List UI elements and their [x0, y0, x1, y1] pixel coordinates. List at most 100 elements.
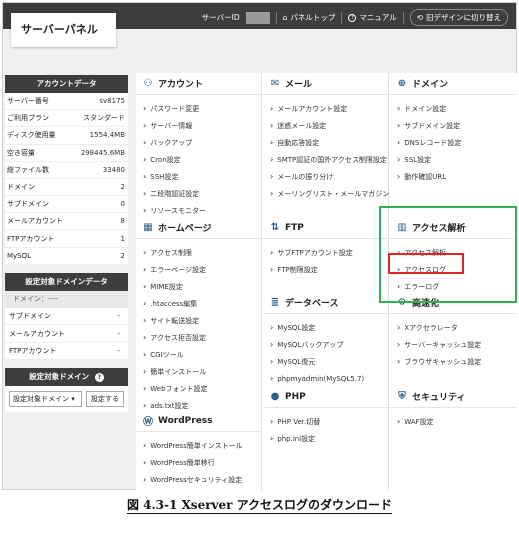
figure-caption: 図 4.3-1 Xserver アクセスログのダウンロード: [0, 496, 519, 514]
manual-link[interactable]: ? マニュアル: [348, 12, 397, 23]
section-header-security: ⛨ セキュリティ: [390, 386, 517, 408]
logo[interactable]: サーバーパネル: [11, 13, 116, 47]
row-value: 298445.6MB: [80, 148, 125, 157]
mail-icon: ✉: [270, 78, 280, 89]
section-title: メール: [285, 80, 313, 90]
section-items: WAF設定: [390, 408, 517, 430]
domain-select[interactable]: 設定対象ドメイン ▾: [9, 391, 82, 408]
menu-link-account-4[interactable]: SSH設定: [136, 168, 261, 185]
menu-link-domain-1[interactable]: サブドメイン設定: [390, 117, 517, 134]
row-label: ディスク使用量: [7, 131, 56, 140]
row-label: サブドメイン: [9, 312, 51, 321]
section-title: ドメイン: [412, 80, 449, 90]
menu-link-wordpress-2[interactable]: WordPressセキュリティ設定: [136, 471, 261, 488]
menu-link-homepage-8[interactable]: Webフォント設定: [136, 380, 261, 397]
section-items: ドメイン設定サブドメイン設定DNSレコード設定SSL設定動作確認URL: [390, 95, 517, 185]
caption-text: 図 4.3-1 Xserver アクセスログのダウンロード: [126, 498, 393, 514]
section-items: MySQL設定MySQLバックアップMySQL復元phpmyadmin(MySQ…: [263, 314, 388, 387]
row-value: スタンダード: [83, 114, 125, 123]
row-value: sv8175: [99, 97, 125, 106]
account-data-list: サーバー番号 sv8175 ご利用プラン スタンダードディスク使用量 1554.4MB 空…: [5, 93, 128, 265]
menu-link-ftp-0[interactable]: サブFTPアカウント設定: [263, 244, 388, 261]
section-header-domain: ⊕ ドメイン: [390, 73, 517, 95]
menu-link-homepage-6[interactable]: CGIツール: [136, 346, 261, 363]
menu-link-domain-0[interactable]: ドメイン設定: [390, 100, 517, 117]
data-row: ドメイン 2: [5, 178, 128, 197]
panel-top-link[interactable]: ⌂ パネルトップ: [283, 12, 336, 23]
menu-link-homepage-1[interactable]: エラーページ設定: [136, 261, 261, 278]
section-title: アカウント: [158, 80, 204, 90]
wordpress-icon: Ⓦ: [143, 417, 153, 428]
menu-link-account-2[interactable]: バックアップ: [136, 134, 261, 151]
chevron-down-icon: ▾: [71, 395, 75, 404]
data-row: 空き容量 298445.6MB: [5, 144, 128, 162]
menu-link-homepage-5[interactable]: アクセス拒否設定: [136, 329, 261, 346]
menu-link-database-1[interactable]: MySQLバックアップ: [263, 336, 388, 353]
row-value: 1554.4MB: [89, 131, 125, 140]
data-row: サブドメイン 0: [5, 196, 128, 214]
menu-link-account-3[interactable]: Cron設定: [136, 151, 261, 168]
menu-link-account-5[interactable]: 二段階認証設定: [136, 185, 261, 202]
menu-link-mail-4[interactable]: メールの振り分け: [263, 168, 388, 185]
section-security: ⛨ セキュリティ WAF設定: [390, 386, 517, 430]
menu-link-mail-5[interactable]: メーリングリスト・メールマガジン: [263, 185, 389, 202]
menu-link-homepage-2[interactable]: MIME設定: [136, 278, 261, 295]
data-row: FTPアカウント -: [5, 342, 128, 361]
section-title: WordPress: [158, 415, 213, 426]
section-header-mail: ✉ メール: [263, 73, 388, 95]
menu-link-ftp-1[interactable]: FTP制限設定: [263, 261, 388, 278]
set-domain-button[interactable]: 設定する: [86, 391, 124, 408]
access-log-highlight-box: [388, 253, 464, 274]
old-design-button[interactable]: ⟲ 旧デザインに切り替え: [409, 9, 508, 26]
menu-link-domain-2[interactable]: DNSレコード設定: [390, 134, 517, 151]
menu-link-mail-0[interactable]: メールアカウント設定: [263, 100, 388, 117]
data-row: サブドメイン -: [5, 307, 128, 326]
row-value: -: [117, 312, 120, 321]
menu-link-domain-4[interactable]: 動作確認URL: [390, 168, 517, 185]
row-label: MySQL: [7, 251, 32, 260]
row-label: サーバー番号: [7, 97, 49, 106]
section-items: WordPress簡単インストールWordPress簡単移行WordPressセ…: [136, 432, 261, 488]
menu-link-account-1[interactable]: サーバー情報: [136, 117, 261, 134]
domain-line: ドメイン：----: [5, 290, 128, 308]
menu-link-database-0[interactable]: MySQL設定: [263, 319, 388, 336]
manual-label: マニュアル: [359, 13, 397, 22]
menu-link-speedup-1[interactable]: サーバーキャッシュ設定: [390, 336, 517, 353]
data-row: ご利用プラン スタンダード: [5, 110, 128, 128]
row-value: 1: [120, 234, 125, 243]
section-speedup: ⚙高速化Xアクセラレータサーバーキャッシュ設定ブラウザキャッシュ設定: [390, 292, 517, 370]
spacer: [5, 360, 128, 369]
menu-link-homepage-0[interactable]: アクセス制限: [136, 244, 261, 261]
section-account: ⚇ アカウントパスワード変更サーバー情報バックアップCron設定SSH設定二段階認…: [136, 73, 261, 219]
account-icon: ⚇: [143, 78, 153, 89]
menu-link-homepage-4[interactable]: サイト転送設定: [136, 312, 261, 329]
menu-link-wordpress-0[interactable]: WordPress簡単インストール: [136, 437, 261, 454]
database-icon: ≣: [270, 297, 280, 308]
menu-link-speedup-2[interactable]: ブラウザキャッシュ設定: [390, 353, 517, 370]
menu-link-account-0[interactable]: パスワード変更: [136, 100, 261, 117]
section-header-account: ⚇ アカウント: [136, 73, 261, 95]
menu-link-homepage-3[interactable]: .htaccess編集: [136, 295, 261, 312]
section-mail: ✉ メールメールアカウント設定迷惑メール設定自動応答設定SMTP認証の国外アクセス…: [263, 73, 389, 202]
menu-link-mail-3[interactable]: SMTP認証の国外アクセス制限設定: [263, 151, 388, 168]
menu-link-wordpress-1[interactable]: WordPress簡単移行: [136, 454, 261, 471]
account-data-title: アカウントデータ: [5, 75, 128, 93]
row-label: メールアカウント: [9, 329, 65, 338]
menu-link-mail-2[interactable]: 自動応答設定: [263, 134, 388, 151]
menu-link-php-1[interactable]: php.ini設定: [263, 430, 388, 447]
row-label: サブドメイン: [7, 200, 49, 209]
menu-link-mail-1[interactable]: 迷惑メール設定: [263, 117, 388, 134]
menu-link-security-0[interactable]: WAF設定: [390, 413, 517, 430]
menu-link-homepage-7[interactable]: 簡単インストール: [136, 363, 261, 380]
server-id-label: サーバーID: [201, 13, 240, 22]
help-icon[interactable]: ?: [94, 373, 104, 383]
menu-link-speedup-0[interactable]: Xアクセラレータ: [390, 319, 517, 336]
menu-link-database-2[interactable]: MySQL復元: [263, 353, 388, 370]
menu-link-domain-3[interactable]: SSL設定: [390, 151, 517, 168]
row-value: 2: [120, 251, 125, 260]
menu-link-database-3[interactable]: phpmyadmin(MySQL5.7): [263, 370, 388, 387]
server-id: サーバーID: [201, 11, 270, 24]
domain-select-row: 設定対象ドメイン ▾ 設定する: [5, 386, 128, 413]
section-database: ≣ データベース MySQL設定MySQLバックアップMySQL復元phpmyadm…: [263, 292, 388, 387]
menu-link-php-0[interactable]: PHP Ver.切替: [263, 413, 388, 430]
